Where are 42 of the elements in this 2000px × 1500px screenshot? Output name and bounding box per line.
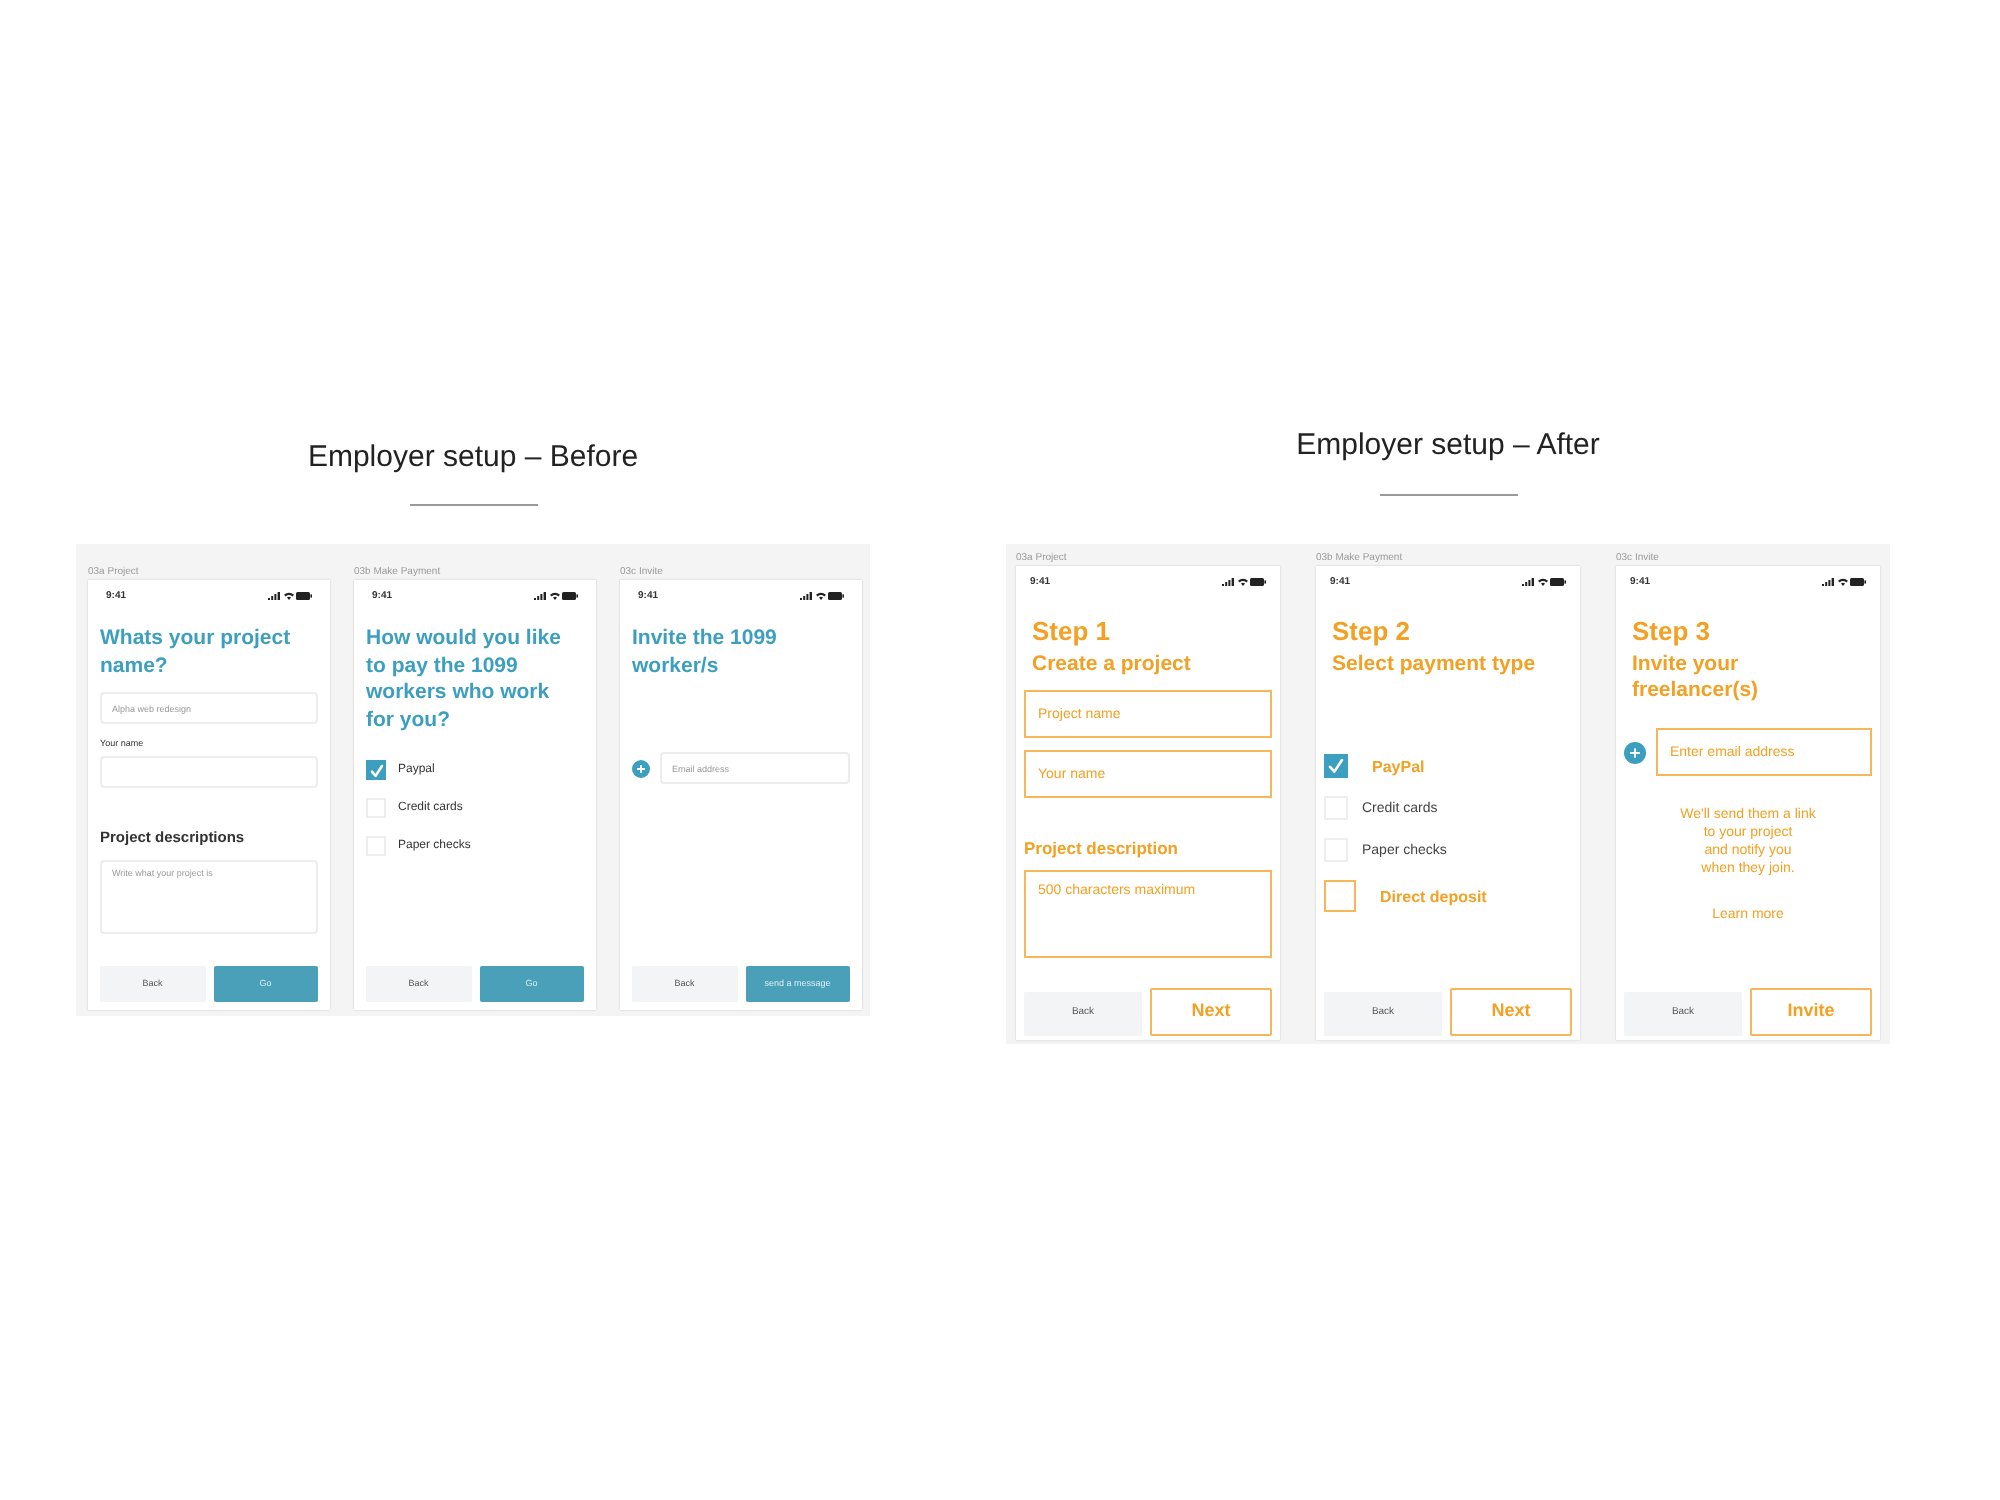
wifi-icon — [815, 592, 825, 600]
screen-heading: How would you like to pay the 1099 workers who work for you? — [366, 626, 563, 734]
battery-icon — [296, 592, 312, 600]
screen-heading: Select payment type — [1330, 652, 1538, 678]
battery-icon — [828, 592, 844, 600]
checkmark-icon — [1328, 758, 1344, 774]
battery-icon — [1850, 578, 1866, 586]
wifi-icon — [1537, 578, 1547, 586]
primary-button[interactable]: Invite — [1750, 988, 1872, 1036]
battery-icon — [562, 592, 578, 600]
step-label: Step 2 — [1330, 616, 1411, 646]
wifi-icon — [1237, 578, 1247, 586]
wifi-icon — [283, 592, 293, 600]
section-title: Employer setup – After — [1294, 428, 1602, 464]
primary-button[interactable]: Next — [1450, 988, 1572, 1036]
step-label: Step 3 — [1630, 616, 1711, 646]
battery-icon — [1550, 578, 1566, 586]
section-label: Project description — [1024, 838, 1178, 860]
option-label: Direct deposit — [1380, 887, 1487, 905]
screen-heading: Whats your project name? — [100, 626, 293, 680]
option-label: PayPal — [1372, 757, 1425, 775]
screen-heading: Create a project — [1030, 652, 1193, 678]
signal-icon — [1522, 578, 1534, 586]
screen-heading: Invite the 1099 worker/s — [632, 626, 779, 680]
checkmark-icon — [369, 763, 383, 777]
wifi-icon — [1837, 578, 1847, 586]
primary-button[interactable]: Next — [1150, 988, 1272, 1036]
add-icon[interactable] — [632, 759, 650, 777]
checkbox[interactable] — [1324, 880, 1356, 912]
add-icon[interactable] — [1624, 741, 1646, 763]
screen-heading: Invite your freelancer(s) — [1630, 652, 1761, 704]
signal-icon — [1222, 578, 1234, 586]
battery-icon — [1250, 578, 1266, 586]
wifi-icon — [549, 592, 559, 600]
signal-icon — [1822, 578, 1834, 586]
signal-icon — [268, 592, 280, 600]
signal-icon — [534, 592, 546, 600]
signal-icon — [800, 592, 812, 600]
checkbox[interactable] — [366, 760, 386, 780]
step-label: Step 1 — [1030, 616, 1111, 646]
section-title: Employer setup – Before — [305, 440, 641, 476]
checkbox[interactable] — [1324, 754, 1348, 778]
